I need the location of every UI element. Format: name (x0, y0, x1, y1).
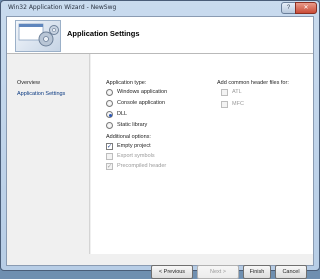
header-files-heading: Add common header files for: (217, 80, 289, 86)
checkbox-atl[interactable] (221, 89, 228, 96)
wizard-nav: Overview Application Settings (7, 54, 90, 254)
checkbox-export-symbols-label[interactable]: Export symbols (117, 153, 155, 159)
wizard-client-area: Application Settings Overview Applicatio… (6, 16, 314, 279)
help-button[interactable]: ? (281, 2, 296, 14)
wizard-footer (7, 254, 313, 265)
radio-static-library[interactable] (106, 122, 113, 129)
checkbox-precompiled-header-label[interactable]: Precompiled header (117, 163, 166, 169)
finish-button[interactable]: Finish (243, 265, 271, 279)
radio-windows-application-label[interactable]: Windows application (117, 89, 167, 95)
nav-item-application-settings[interactable]: Application Settings (17, 91, 65, 97)
wizard-window: Win32 Application Wizard - NewSwg ? ✕ Ap… (0, 0, 320, 279)
radio-console-application[interactable] (106, 100, 113, 107)
checkbox-precompiled-header[interactable]: ✓ (106, 163, 113, 170)
close-button[interactable]: ✕ (295, 2, 317, 14)
radio-static-library-label[interactable]: Static library (117, 122, 147, 128)
additional-options-heading: Additional options: (106, 134, 151, 140)
wizard-banner: Application Settings (7, 17, 313, 54)
cancel-button[interactable]: Cancel (275, 265, 307, 279)
page-title: Application Settings (67, 29, 140, 38)
checkbox-empty-project-label[interactable]: Empty project (117, 143, 151, 149)
application-type-heading: Application type: (106, 80, 147, 86)
checkbox-mfc[interactable] (221, 101, 228, 108)
radio-dll[interactable] (106, 111, 113, 118)
checkbox-atl-label[interactable]: ATL (232, 89, 242, 95)
radio-windows-application[interactable] (106, 89, 113, 96)
previous-button[interactable]: < Previous (151, 265, 193, 279)
nav-item-overview[interactable]: Overview (17, 80, 40, 86)
next-button[interactable]: Next > (197, 265, 239, 279)
window-title: Win32 Application Wizard - NewSwg (8, 4, 117, 11)
checkbox-mfc-label[interactable]: MFC (232, 101, 244, 107)
radio-dll-label[interactable]: DLL (117, 111, 127, 117)
wizard-gears-icon (15, 20, 61, 52)
settings-panel: Application type: Windows application Co… (91, 54, 313, 254)
checkbox-empty-project[interactable]: ✓ (106, 143, 113, 150)
checkbox-export-symbols[interactable] (106, 153, 113, 160)
radio-console-application-label[interactable]: Console application (117, 100, 165, 106)
